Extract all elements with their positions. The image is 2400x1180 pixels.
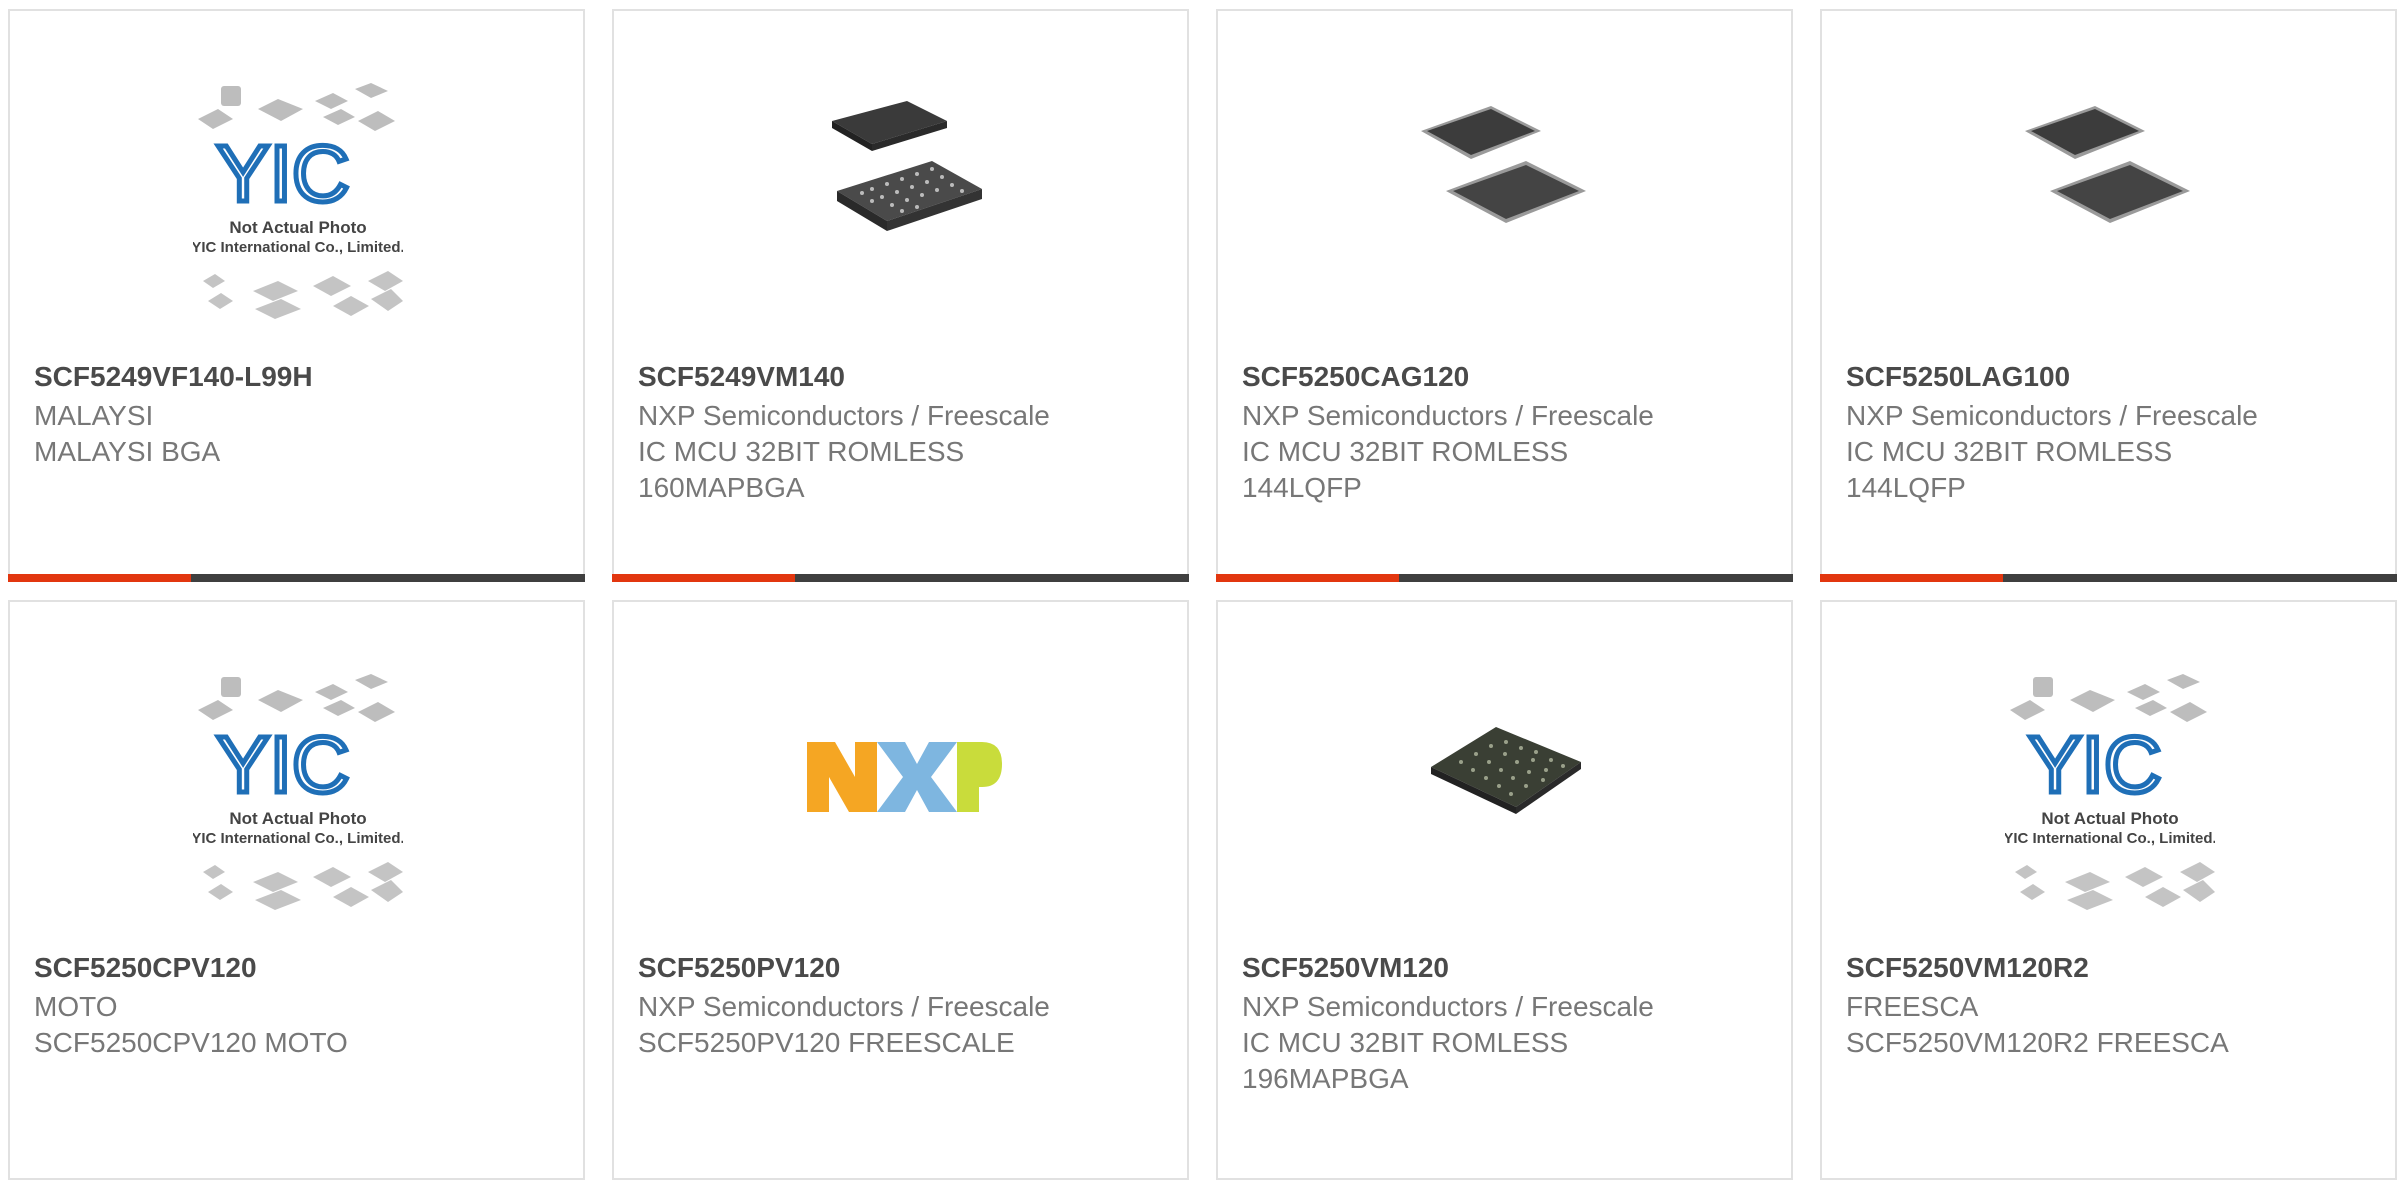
product-image[interactable] xyxy=(614,11,1187,346)
package: 196MAPBGA xyxy=(1242,1063,1409,1094)
description: SCF5250VM120R2 FREESCA xyxy=(1846,1027,2229,1058)
manufacturer: NXP Semiconductors / Freescale xyxy=(638,400,1050,431)
part-number[interactable]: SCF5250VM120 xyxy=(1242,952,1449,984)
card-bar xyxy=(1820,574,2397,582)
description: SCF5250CPV120 MOTO xyxy=(34,1027,348,1058)
product-card[interactable]: SCF5250PV120 NXP Semiconductors / Freesc… xyxy=(612,600,1189,1180)
card-bar-accent xyxy=(1216,574,1399,582)
svg-text:YIC International Co., Limited: YIC International Co., Limited. xyxy=(193,830,403,847)
package: 144LQFP xyxy=(1242,472,1362,503)
description: IC MCU 32BIT ROMLESS xyxy=(1846,436,2173,467)
bga-chip-icon xyxy=(1431,727,1581,814)
card-bar-accent xyxy=(612,574,795,582)
svg-text:Not Actual Photo: Not Actual Photo xyxy=(229,809,366,828)
package: 144LQFP xyxy=(1846,472,1966,503)
svg-text:YIC: YIC xyxy=(2028,720,2161,809)
product-card[interactable]: YIC Not Actual Photo YIC International C… xyxy=(1820,600,2397,1180)
svg-text:Not Actual Photo: Not Actual Photo xyxy=(2041,809,2178,828)
product-card[interactable]: YIC Not Actual Photo YIC International C… xyxy=(8,600,585,1180)
part-number[interactable]: SCF5249VF140-L99H xyxy=(34,361,313,393)
part-number[interactable]: SCF5250LAG100 xyxy=(1846,361,2070,393)
description: IC MCU 32BIT ROMLESS xyxy=(638,436,965,467)
bga-chip-icon xyxy=(832,101,982,231)
part-number[interactable]: SCF5249VM140 xyxy=(638,361,845,393)
description: SCF5250PV120 FREESCALE xyxy=(638,1027,1015,1058)
package: 160MAPBGA xyxy=(638,472,805,503)
card-bar-accent xyxy=(8,574,191,582)
product-image[interactable]: YIC Not Actual Photo YIC International C… xyxy=(1822,602,2395,937)
product-card[interactable]: SCF5250CAG120 NXP Semiconductors / Frees… xyxy=(1216,9,1793,582)
yic-placeholder-icon: YIC Not Actual Photo YIC International C… xyxy=(193,83,403,319)
manufacturer: NXP Semiconductors / Freescale xyxy=(1242,991,1654,1022)
manufacturer: MOTO xyxy=(34,991,118,1022)
svg-text:YIC: YIC xyxy=(216,129,349,218)
part-number[interactable]: SCF5250CPV120 xyxy=(34,952,257,984)
lqfp-chip-icon xyxy=(2025,106,2190,223)
product-card[interactable]: SCF5250VM120 NXP Semiconductors / Freesc… xyxy=(1216,600,1793,1180)
part-number[interactable]: SCF5250VM120R2 xyxy=(1846,952,2089,984)
product-image[interactable] xyxy=(1218,602,1791,937)
product-card[interactable]: SCF5250LAG100 NXP Semiconductors / Frees… xyxy=(1820,9,2397,582)
description: MALAYSI BGA xyxy=(34,436,221,467)
manufacturer: MALAYSI xyxy=(34,400,154,431)
part-number[interactable]: SCF5250CAG120 xyxy=(1242,361,1469,393)
svg-text:YIC International Co., Limited: YIC International Co., Limited. xyxy=(193,239,403,256)
product-image[interactable] xyxy=(1822,11,2395,346)
product-image[interactable] xyxy=(614,602,1187,937)
manufacturer: FREESCA xyxy=(1846,991,1979,1022)
svg-text:YIC International Co., Limited: YIC International Co., Limited. xyxy=(2005,830,2215,847)
card-bar xyxy=(1216,574,1793,582)
product-card[interactable]: SCF5249VM140 NXP Semiconductors / Freesc… xyxy=(612,9,1189,582)
lqfp-chip-icon xyxy=(1421,106,1586,223)
manufacturer: NXP Semiconductors / Freescale xyxy=(638,991,1050,1022)
manufacturer: NXP Semiconductors / Freescale xyxy=(1242,400,1654,431)
yic-placeholder-icon: YIC Not Actual Photo YIC International C… xyxy=(2005,674,2215,910)
yic-placeholder-icon: YIC Not Actual Photo YIC International C… xyxy=(193,674,403,910)
svg-text:YIC: YIC xyxy=(216,720,349,809)
card-bar xyxy=(612,574,1189,582)
card-bar xyxy=(8,574,585,582)
product-card[interactable]: YIC Not Actual Photo YIC International C… xyxy=(8,9,585,582)
nxp-logo-icon xyxy=(807,742,1002,812)
part-number[interactable]: SCF5250PV120 xyxy=(638,952,840,984)
product-image[interactable]: YIC Not Actual Photo YIC International C… xyxy=(10,11,583,346)
description: IC MCU 32BIT ROMLESS xyxy=(1242,436,1569,467)
product-grid: YIC Not Actual Photo YIC International C… xyxy=(0,0,2400,1180)
svg-text:Not Actual Photo: Not Actual Photo xyxy=(229,218,366,237)
description: IC MCU 32BIT ROMLESS xyxy=(1242,1027,1569,1058)
product-image[interactable] xyxy=(1218,11,1791,346)
product-image[interactable]: YIC Not Actual Photo YIC International C… xyxy=(10,602,583,937)
manufacturer: NXP Semiconductors / Freescale xyxy=(1846,400,2258,431)
card-bar-accent xyxy=(1820,574,2003,582)
